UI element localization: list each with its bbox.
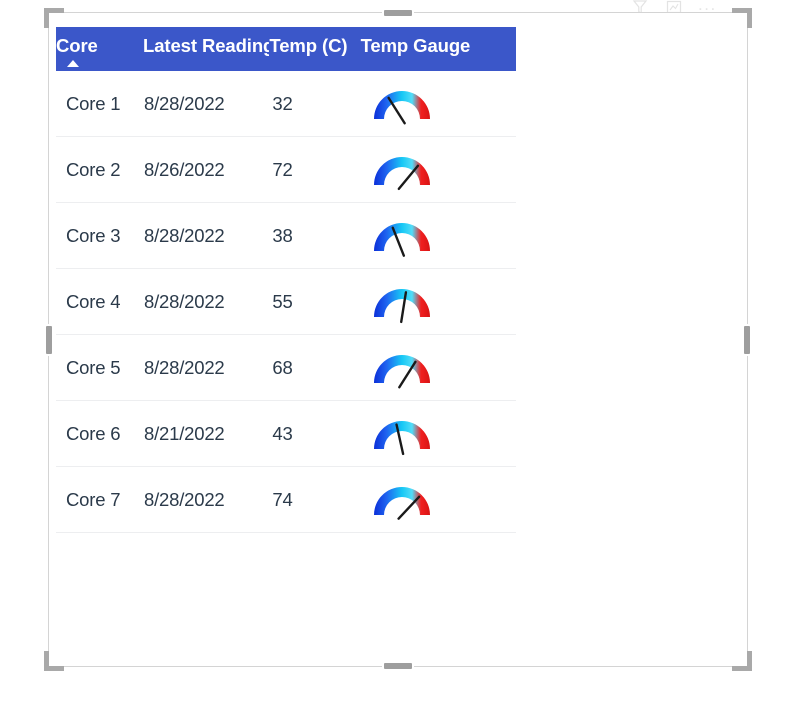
- temp-gauge-icon: [367, 478, 437, 522]
- temp-gauge-icon: [367, 280, 437, 324]
- resize-handle-bottom-right[interactable]: [732, 651, 752, 671]
- table-row[interactable]: Core 6 8/21/2022 43: [56, 400, 516, 467]
- cell-core: Core 4: [56, 268, 144, 335]
- cell-temp-gauge: [360, 466, 516, 533]
- cell-temp-c: 72: [269, 136, 361, 203]
- temp-gauge-icon: [367, 148, 437, 192]
- table-row[interactable]: Core 5 8/28/2022 68: [56, 334, 516, 401]
- column-header-temp-c[interactable]: Temp (C): [269, 27, 361, 71]
- resize-handle-top-left[interactable]: [44, 8, 64, 28]
- sort-ascending-icon: [67, 60, 79, 67]
- table-header: Core Latest Reading Temp (C) Temp Gauge: [56, 27, 516, 71]
- cell-latest-reading: 8/28/2022: [143, 202, 270, 269]
- cell-temp-gauge: [360, 136, 516, 203]
- cell-temp-c: 68: [269, 334, 361, 401]
- cell-temp-c: 55: [269, 268, 361, 335]
- table-body: Core 1 8/28/2022 32 Core 2 8/26/2022 72 Core 3…: [56, 71, 516, 533]
- column-header-core[interactable]: Core: [56, 27, 144, 71]
- column-header-latest-reading-label: Latest Reading: [143, 35, 275, 56]
- cell-latest-reading: 8/28/2022: [143, 268, 270, 335]
- column-header-temp-gauge-label: Temp Gauge: [360, 35, 471, 56]
- cell-latest-reading: 8/28/2022: [143, 334, 270, 401]
- cell-temp-gauge: [360, 268, 516, 335]
- cell-temp-c: 74: [269, 466, 361, 533]
- cell-temp-gauge: [360, 71, 516, 137]
- cell-latest-reading: 8/21/2022: [143, 400, 270, 467]
- resize-handle-bottom-left[interactable]: [44, 651, 64, 671]
- table-visual-container[interactable]: Core Latest Reading Temp (C) Temp Gauge …: [44, 8, 752, 671]
- cell-latest-reading: 8/28/2022: [143, 466, 270, 533]
- table-row[interactable]: Core 1 8/28/2022 32: [56, 71, 516, 137]
- cell-core: Core 6: [56, 400, 144, 467]
- table-row[interactable]: Core 4 8/28/2022 55: [56, 268, 516, 335]
- table-row[interactable]: Core 3 8/28/2022 38: [56, 202, 516, 269]
- column-header-temp-gauge[interactable]: Temp Gauge: [360, 27, 516, 71]
- temp-gauge-icon: [367, 214, 437, 258]
- cell-core: Core 5: [56, 334, 144, 401]
- cell-core: Core 2: [56, 136, 144, 203]
- column-header-temp-c-label: Temp (C): [269, 35, 348, 56]
- cell-temp-c: 32: [269, 71, 361, 137]
- column-header-core-label: Core: [56, 35, 98, 56]
- cell-core: Core 7: [56, 466, 144, 533]
- resize-handle-middle-left[interactable]: [46, 325, 52, 354]
- temp-gauge-icon: [367, 346, 437, 390]
- cell-temp-gauge: [360, 334, 516, 401]
- table-row[interactable]: Core 7 8/28/2022 74: [56, 466, 516, 533]
- cell-temp-c: 43: [269, 400, 361, 467]
- table-scroll-area: Core Latest Reading Temp (C) Temp Gauge …: [56, 27, 516, 533]
- resize-handle-top-right[interactable]: [732, 8, 752, 28]
- cell-temp-c: 38: [269, 202, 361, 269]
- core-temperature-table: Core Latest Reading Temp (C) Temp Gauge …: [56, 27, 516, 533]
- column-header-latest-reading[interactable]: Latest Reading: [143, 27, 274, 71]
- cell-temp-gauge: [360, 400, 516, 467]
- cell-latest-reading: 8/28/2022: [143, 71, 270, 137]
- resize-handle-top-center[interactable]: [384, 10, 412, 16]
- more-options-icon[interactable]: ...: [698, 0, 717, 13]
- temp-gauge-icon: [367, 412, 437, 456]
- table-row[interactable]: Core 2 8/26/2022 72: [56, 136, 516, 203]
- cell-core: Core 3: [56, 202, 144, 269]
- resize-handle-bottom-center[interactable]: [384, 663, 412, 669]
- table-header-row: Core Latest Reading Temp (C) Temp Gauge: [56, 27, 516, 71]
- cell-latest-reading: 8/26/2022: [143, 136, 270, 203]
- resize-handle-middle-right[interactable]: [744, 325, 750, 354]
- cell-core: Core 1: [56, 71, 144, 137]
- temp-gauge-icon: [367, 82, 437, 126]
- cell-temp-gauge: [360, 202, 516, 269]
